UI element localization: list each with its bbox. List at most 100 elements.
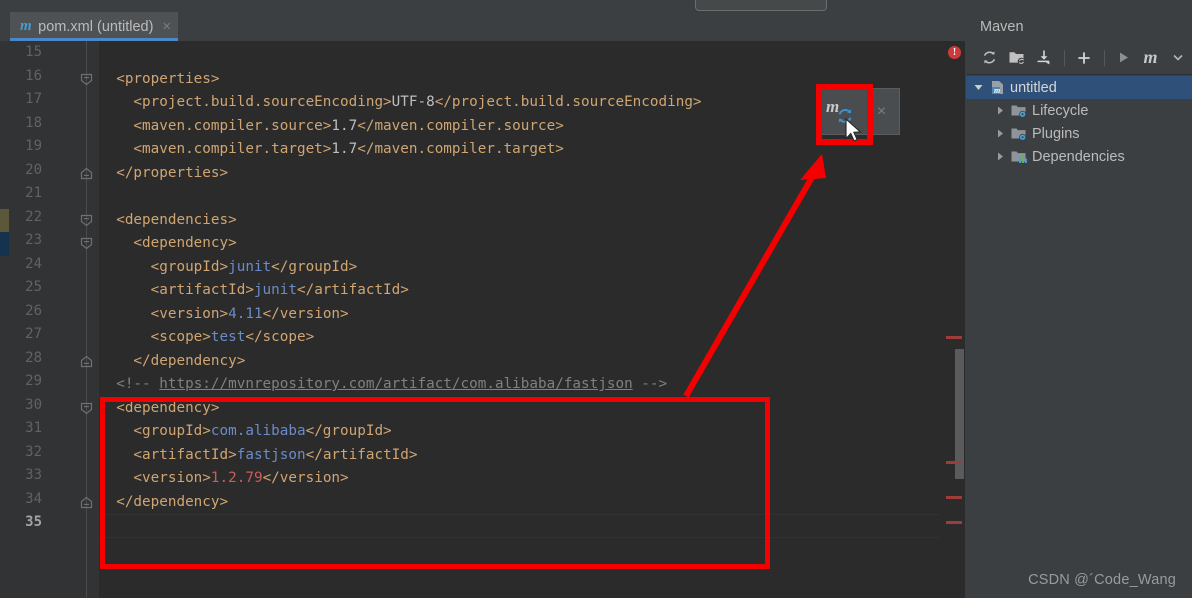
code-line[interactable]: <dependency>	[99, 397, 220, 421]
chevron-right-icon[interactable]	[992, 152, 1009, 161]
code-token-tag: </dependency>	[99, 352, 246, 369]
tree-item-untitled[interactable]: m untitled	[966, 76, 1192, 99]
line-number: 16	[25, 67, 42, 84]
reload-all-maven-projects-icon[interactable]	[977, 45, 1002, 71]
line-number: 18	[25, 114, 42, 131]
code-line[interactable]: <scope>test</scope>	[99, 326, 315, 350]
error-stripe-marker[interactable]	[946, 521, 962, 524]
code-token-val: fastjson	[236, 446, 306, 463]
code-line[interactable]: <version>1.2.79</version>	[99, 467, 348, 491]
fold-collapse-icon[interactable]	[80, 73, 93, 86]
maven-projects-tree[interactable]: m untitled Lifecycle Plugins Dependencies	[966, 76, 1192, 168]
execute-maven-goal-icon[interactable]: m	[1138, 45, 1163, 71]
error-stripe-marker[interactable]	[946, 461, 962, 464]
code-token-tag: </scope>	[245, 329, 315, 345]
code-line[interactable]: </dependency>	[99, 491, 228, 515]
fold-end-icon[interactable]	[80, 167, 93, 180]
code-line[interactable]: <maven.compiler.source>1.7</maven.compil…	[99, 115, 564, 139]
tree-item-dependencies[interactable]: Dependencies	[966, 145, 1192, 168]
tree-item-label: untitled	[1010, 79, 1057, 96]
line-number: 17	[25, 91, 42, 107]
add-maven-project-icon[interactable]	[1071, 45, 1096, 71]
more-options-icon[interactable]	[1165, 45, 1190, 71]
code-token-cmt-link: https://mvnrepository.com/artifact/com.a…	[159, 376, 633, 392]
line-number: 25	[25, 279, 42, 295]
fold-end-icon[interactable]	[80, 496, 93, 509]
run-icon[interactable]	[1111, 45, 1136, 71]
fold-collapse-icon[interactable]	[80, 214, 93, 227]
line-number: 27	[25, 326, 42, 342]
code-line[interactable]: <!-- https://mvnrepository.com/artifact/…	[99, 373, 667, 397]
fold-guide-line	[86, 41, 87, 598]
code-token-tag: </groupId>	[305, 423, 392, 439]
fold-end-icon[interactable]	[80, 355, 93, 368]
line-number: 20	[25, 161, 42, 178]
close-icon[interactable]: ×	[864, 103, 899, 121]
editor-tab-label: pom.xml (untitled)	[38, 18, 154, 35]
close-icon[interactable]: ×	[162, 19, 171, 34]
error-stripe[interactable]: !	[940, 41, 966, 598]
line-number: 23	[25, 232, 42, 248]
code-line[interactable]: <groupId>junit</groupId>	[99, 256, 358, 280]
chevron-right-icon[interactable]	[992, 106, 1009, 115]
code-line[interactable]: </properties>	[99, 162, 228, 186]
code-token-tag: <dependency>	[99, 399, 220, 416]
code-line[interactable]: <groupId>com.alibaba</groupId>	[99, 420, 392, 444]
code-line[interactable]: <version>4.11</version>	[99, 303, 349, 327]
error-stripe-marker[interactable]	[946, 336, 962, 339]
code-line[interactable]: <dependencies>	[99, 209, 237, 233]
download-sources-icon[interactable]	[1031, 45, 1056, 71]
code-line[interactable]: <maven.compiler.target>1.7</maven.compil…	[99, 138, 563, 162]
code-token-cmt: <!--	[99, 376, 160, 392]
code-token-txt: 1.7	[331, 141, 358, 157]
vertical-scrollbar-thumb[interactable]	[955, 349, 964, 479]
code-token-tag: </maven.compiler.source>	[357, 117, 564, 134]
line-number: 21	[25, 185, 42, 201]
chevron-right-icon[interactable]	[992, 129, 1009, 138]
code-token-tag: </dependency>	[99, 493, 229, 510]
code-line[interactable]: <artifactId>junit</artifactId>	[99, 279, 409, 303]
code-token-tag: </artifactId>	[296, 282, 409, 298]
code-line[interactable]: <project.build.sourceEncoding>UTF-8</pro…	[99, 91, 702, 115]
lifecycle-folder-icon	[1009, 104, 1029, 118]
vcs-change-marker[interactable]	[0, 232, 9, 256]
editor-tab-pom-xml[interactable]: m pom.xml (untitled) ×	[10, 12, 179, 41]
code-token-tag: <artifactId>	[99, 446, 237, 463]
code-token-tag: <groupId>	[99, 423, 211, 439]
tree-item-plugins[interactable]: Plugins	[966, 122, 1192, 145]
maven-toolbar: m	[966, 41, 1192, 75]
code-line[interactable]: <dependency>	[99, 232, 236, 256]
code-line[interactable]: <properties>	[99, 68, 220, 92]
error-badge-icon[interactable]: !	[948, 46, 961, 59]
code-token-cmt: -->	[632, 376, 668, 392]
code-token-tag: <maven.compiler.source>	[99, 117, 332, 134]
plugins-folder-icon	[1009, 127, 1029, 141]
maven-project-icon: m	[987, 80, 1007, 95]
code-line[interactable]: <artifactId>fastjson</artifactId>	[99, 444, 417, 468]
toolbar-widget-left[interactable]	[695, 0, 827, 11]
code-token-tag: </project.build.sourceEncoding>	[434, 94, 702, 110]
code-token-val: junit	[253, 282, 297, 298]
fold-collapse-icon[interactable]	[80, 402, 93, 415]
toolbar-separator-2	[1104, 49, 1105, 66]
line-number: 35	[25, 514, 42, 530]
maven-panel-title: Maven	[980, 18, 1024, 35]
code-token-txt: UTF-8	[391, 94, 435, 110]
mouse-cursor	[845, 117, 863, 149]
editor-gutter[interactable]: 15 16 17 18 19 20 21 22 23 24 25 26 27 28 29 30 31 32 33 34…	[9, 41, 99, 598]
generate-sources-icon[interactable]	[1004, 45, 1029, 71]
code-token-tag: <groupId>	[99, 258, 229, 275]
line-number: 30	[25, 396, 42, 413]
code-line[interactable]: </dependency>	[99, 350, 245, 374]
chevron-down-icon[interactable]	[970, 83, 987, 92]
tree-item-lifecycle[interactable]: Lifecycle	[966, 99, 1192, 122]
code-token-val: test	[210, 329, 246, 345]
code-token-tag: <version>	[99, 470, 211, 486]
code-token-tag: <properties>	[99, 70, 220, 87]
code-token-tag: </properties>	[99, 164, 229, 181]
vcs-change-marker[interactable]	[0, 208, 9, 232]
line-number: 34	[25, 490, 42, 507]
fold-collapse-icon[interactable]	[80, 237, 93, 250]
dependencies-icon	[1009, 150, 1029, 164]
error-stripe-marker[interactable]	[946, 496, 962, 499]
